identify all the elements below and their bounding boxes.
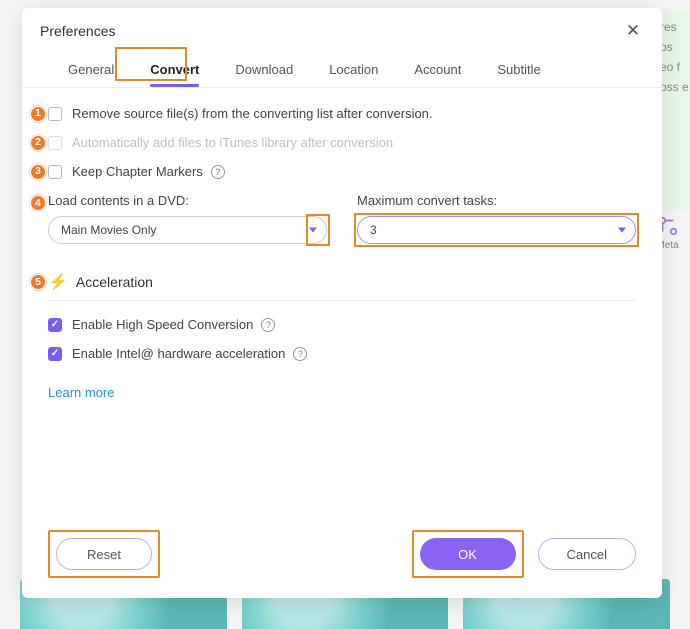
tab-general[interactable]: General — [50, 54, 132, 87]
tab-location[interactable]: Location — [311, 54, 396, 87]
learn-more-link[interactable]: Learn more — [48, 385, 114, 400]
step-badge-1: 1 — [30, 106, 46, 122]
label-high-speed: Enable High Speed Conversion — [72, 317, 253, 332]
checkbox-auto-itunes — [48, 136, 62, 150]
bolt-icon: ⚡ — [48, 272, 68, 292]
help-icon[interactable]: ? — [211, 165, 225, 179]
close-button[interactable]: ✕ — [622, 20, 644, 42]
label-remove-source: Remove source file(s) from the convertin… — [72, 106, 433, 121]
checkbox-high-speed[interactable] — [48, 318, 62, 332]
modal-title: Preferences — [40, 23, 115, 39]
select-dvd-contents[interactable]: Main Movies Only — [48, 216, 327, 244]
step-badge-5: 5 — [30, 274, 46, 290]
tab-subtitle[interactable]: Subtitle — [479, 54, 558, 87]
label-intel-accel: Enable Intel@ hardware acceleration — [72, 346, 285, 361]
label-keep-chapter: Keep Chapter Markers — [72, 164, 203, 179]
checkbox-remove-source[interactable] — [48, 107, 62, 121]
step-badge-2: 2 — [30, 135, 46, 151]
checkbox-intel-accel[interactable] — [48, 347, 62, 361]
label-dvd-contents: Load contents in a DVD: — [48, 193, 327, 208]
tab-convert[interactable]: Convert — [132, 54, 217, 87]
label-max-tasks: Maximum convert tasks: — [357, 193, 636, 208]
step-badge-3: 3 — [30, 164, 46, 180]
highlight-annotation: Reset — [48, 530, 160, 578]
tab-download[interactable]: Download — [217, 54, 311, 87]
ok-button[interactable]: OK — [420, 538, 516, 570]
help-icon[interactable]: ? — [261, 318, 275, 332]
tab-account[interactable]: Account — [396, 54, 479, 87]
checkbox-keep-chapter[interactable] — [48, 165, 62, 179]
cancel-button[interactable]: Cancel — [538, 538, 636, 570]
label-auto-itunes: Automatically add files to iTunes librar… — [72, 135, 393, 150]
section-title-acceleration: Acceleration — [76, 274, 153, 290]
highlight-annotation: OK — [412, 530, 524, 578]
tab-bar: General Convert Download Location Accoun… — [22, 46, 662, 88]
preferences-modal: Preferences ✕ General Convert Download L… — [22, 8, 662, 598]
help-icon[interactable]: ? — [293, 347, 307, 361]
step-badge-4: 4 — [30, 195, 46, 211]
select-max-tasks[interactable]: 3 — [357, 216, 636, 244]
reset-button[interactable]: Reset — [56, 538, 152, 570]
